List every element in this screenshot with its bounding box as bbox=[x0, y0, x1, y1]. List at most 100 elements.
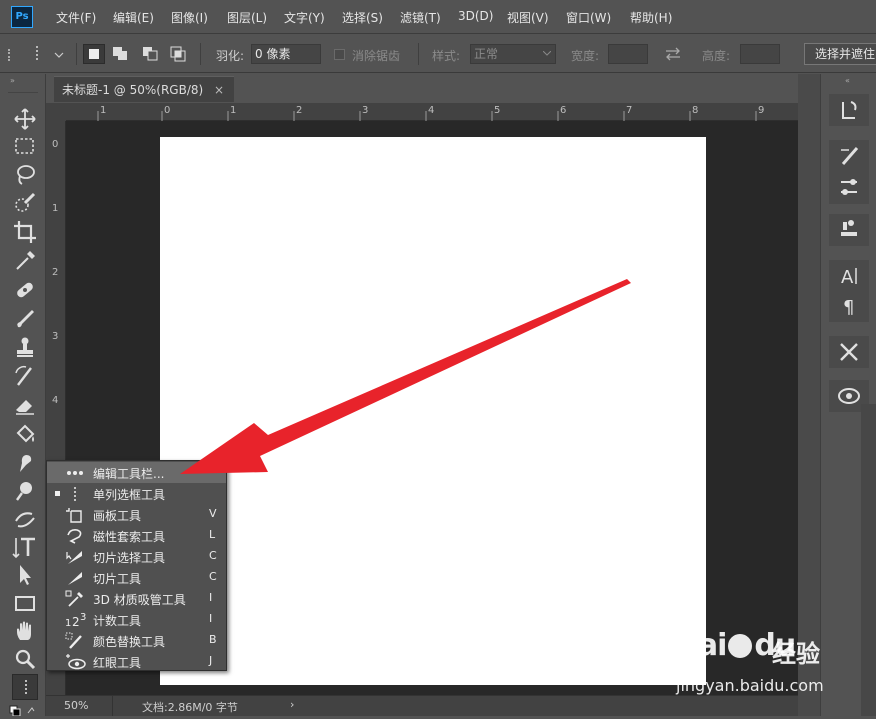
flyout-item-shortcut: C bbox=[209, 549, 217, 562]
slice-icon bbox=[65, 569, 85, 587]
flyout-item-label: 单列选框工具 bbox=[93, 488, 166, 502]
adjustments-panel-icon[interactable] bbox=[829, 172, 869, 204]
subtract-from-selection-button[interactable] bbox=[140, 44, 162, 64]
grip-handle[interactable] bbox=[8, 49, 12, 61]
menu-window[interactable]: 窗口(W) bbox=[566, 9, 611, 26]
zoom-level[interactable]: 50% bbox=[64, 699, 88, 712]
antialias-checkbox[interactable] bbox=[334, 49, 345, 60]
swap-width-height-icon[interactable] bbox=[664, 46, 682, 62]
menu-layer[interactable]: 图层(L) bbox=[227, 9, 267, 26]
ruler-tick: 2 bbox=[52, 267, 59, 278]
flyout-item-artboard[interactable]: 画板工具 V bbox=[47, 504, 226, 525]
flyout-item-label: 画板工具 bbox=[93, 509, 142, 523]
hand-tool-icon[interactable] bbox=[12, 618, 38, 644]
ruler-tick: 1 bbox=[100, 105, 107, 116]
brush-tool-icon[interactable] bbox=[12, 306, 38, 332]
flyout-item-label: 计数工具 bbox=[93, 614, 142, 628]
document-canvas[interactable] bbox=[160, 137, 706, 685]
antialias-label: 消除锯齿 bbox=[352, 49, 401, 63]
pen-tool-icon[interactable] bbox=[12, 506, 38, 532]
dodge-tool-icon[interactable] bbox=[12, 478, 38, 504]
flyout-item-single-column-marquee[interactable]: 单列选框工具 bbox=[47, 483, 226, 504]
menu-view[interactable]: 视图(V) bbox=[507, 9, 549, 26]
single-column-marquee-icon bbox=[65, 485, 85, 503]
healing-brush-tool-icon[interactable] bbox=[12, 277, 38, 303]
zoom-tool-icon[interactable] bbox=[12, 646, 38, 672]
tools-panel: » bbox=[0, 74, 46, 717]
quick-selection-tool-icon[interactable] bbox=[12, 190, 38, 216]
feather-input[interactable]: 0 像素 bbox=[251, 44, 321, 64]
menu-image[interactable]: 图像(I) bbox=[171, 9, 208, 26]
tool-presets-icon[interactable] bbox=[829, 336, 869, 368]
tab-close-icon[interactable]: × bbox=[214, 77, 224, 103]
rectangular-marquee-tool-icon[interactable] bbox=[12, 133, 38, 159]
clone-stamp-tool-icon[interactable] bbox=[12, 334, 38, 360]
color-replacement-icon bbox=[65, 632, 85, 650]
default-colors-icon[interactable] bbox=[8, 704, 38, 717]
more-dots-icon bbox=[65, 464, 85, 482]
menu-filter[interactable]: 滤镜(T) bbox=[400, 9, 441, 26]
flyout-item-shortcut: B bbox=[209, 633, 217, 646]
character-panel-icon[interactable]: A bbox=[829, 260, 869, 292]
flyout-item-edit-toolbar[interactable]: 编辑工具栏... bbox=[47, 462, 226, 483]
style-chevron-icon bbox=[543, 51, 551, 56]
flyout-item-shortcut: I bbox=[209, 612, 213, 625]
lasso-tool-icon[interactable] bbox=[12, 162, 38, 188]
flyout-item-red-eye[interactable]: 红眼工具 J bbox=[47, 651, 226, 672]
document-info: 文档:2.86M/0 字节 bbox=[142, 701, 238, 714]
edit-toolbar-button[interactable] bbox=[12, 674, 38, 700]
menu-file[interactable]: 文件(F) bbox=[56, 9, 96, 26]
width-input[interactable] bbox=[608, 44, 648, 64]
intersect-selection-button[interactable] bbox=[168, 44, 190, 64]
menu-type[interactable]: 文字(Y) bbox=[284, 9, 325, 26]
path-selection-tool-icon[interactable] bbox=[12, 562, 38, 588]
style-select[interactable]: 正常 bbox=[470, 44, 556, 64]
slice-select-icon bbox=[65, 548, 85, 566]
paint-bucket-tool-icon[interactable] bbox=[12, 421, 38, 447]
eyedropper-tool-icon[interactable] bbox=[12, 248, 38, 274]
select-and-mask-button[interactable]: 选择并遮住 bbox=[804, 43, 876, 65]
feather-label: 羽化: bbox=[216, 49, 245, 63]
red-eye-icon bbox=[65, 653, 86, 671]
history-brush-tool-icon[interactable] bbox=[12, 363, 38, 389]
status-menu-arrow-icon[interactable]: › bbox=[290, 698, 294, 711]
crop-tool-icon[interactable] bbox=[12, 219, 38, 245]
history-panel-icon[interactable] bbox=[829, 94, 869, 126]
new-selection-button[interactable] bbox=[83, 44, 105, 64]
rectangle-tool-icon[interactable] bbox=[12, 590, 38, 616]
ruler-tick: 7 bbox=[626, 105, 633, 116]
document-tab[interactable]: 未标题-1 @ 50%(RGB/8) × bbox=[54, 76, 234, 102]
collapse-arrows-icon[interactable]: » bbox=[10, 76, 15, 85]
ruler-tick: 5 bbox=[494, 105, 501, 116]
menu-help[interactable]: 帮助(H) bbox=[630, 9, 672, 26]
type-tool-icon[interactable] bbox=[12, 534, 38, 560]
preset-dropdown-chevron-icon[interactable] bbox=[54, 49, 64, 59]
height-input[interactable] bbox=[740, 44, 780, 64]
collapse-panels-icon[interactable]: « bbox=[845, 76, 850, 85]
move-tool-icon[interactable] bbox=[12, 106, 38, 132]
menu-edit[interactable]: 编辑(E) bbox=[113, 9, 154, 26]
clone-source-icon[interactable] bbox=[829, 214, 869, 246]
ruler-origin[interactable] bbox=[46, 103, 66, 121]
add-to-selection-button[interactable] bbox=[110, 44, 132, 64]
flyout-item-label: 切片工具 bbox=[93, 572, 142, 586]
brush-settings-icon[interactable] bbox=[829, 140, 869, 172]
flyout-item-3d-material-eyedropper[interactable]: 3D 材质吸管工具 I bbox=[47, 588, 226, 609]
menu-select[interactable]: 选择(S) bbox=[342, 9, 383, 26]
flyout-item-slice[interactable]: 切片工具 C bbox=[47, 567, 226, 588]
baidu-watermark: Bai du 经验 jingyan.baidu.com bbox=[672, 620, 872, 710]
svg-text:1: 1 bbox=[65, 618, 71, 629]
count-icon: 123 bbox=[65, 611, 86, 629]
menu-3d[interactable]: 3D(D) bbox=[458, 9, 493, 23]
eraser-tool-icon[interactable] bbox=[12, 392, 38, 418]
smudge-tool-icon[interactable] bbox=[12, 450, 38, 476]
flyout-item-slice-select[interactable]: 切片选择工具 C bbox=[47, 546, 226, 567]
svg-text:3: 3 bbox=[80, 612, 86, 623]
flyout-item-count[interactable]: 123 计数工具 I bbox=[47, 609, 226, 630]
horizontal-ruler[interactable]: 1 0 1 2 3 4 5 6 7 8 9 bbox=[66, 103, 798, 121]
flyout-item-color-replacement[interactable]: 颜色替换工具 B bbox=[47, 630, 226, 651]
paragraph-panel-icon[interactable]: ¶ bbox=[829, 290, 869, 322]
flyout-item-magnetic-lasso[interactable]: 磁性套索工具 L bbox=[47, 525, 226, 546]
single-column-marquee-preset-icon[interactable] bbox=[30, 45, 44, 63]
photoshop-logo: Ps bbox=[11, 6, 33, 28]
